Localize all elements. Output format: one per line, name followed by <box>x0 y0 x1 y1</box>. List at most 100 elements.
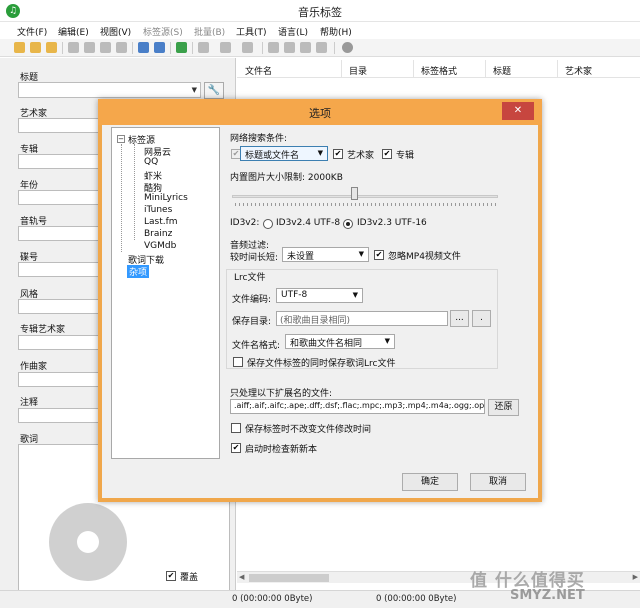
tree-node-lastfm[interactable]: Last.fm <box>144 217 178 227</box>
convert-icon[interactable] <box>242 42 253 53</box>
ext-filter-input[interactable]: .aiff;.aif;.aifc;.ape;.dff;.dsf;.flac;.m… <box>230 399 485 414</box>
tree-line <box>121 144 122 252</box>
save-dir-placeholder: (和歌曲目录相同) <box>280 316 351 326</box>
menu-tools[interactable]: 工具(T) <box>236 25 267 38</box>
tree-node-misc[interactable]: 杂项 <box>127 265 150 278</box>
restore-button[interactable]: 还原 <box>488 399 519 416</box>
wrench-icon: 🔧 <box>207 85 221 96</box>
ok-button[interactable]: 确定 <box>402 473 458 491</box>
image-limit-label: 内置图片大小限制: 2000KB <box>230 173 343 183</box>
window-title: 音乐标签 <box>298 6 342 19</box>
network-search-heading: 网络搜索条件: <box>230 134 288 144</box>
id3v23-label: ID3v2.3 UTF-16 <box>357 218 427 228</box>
cancel-button[interactable]: 取消 <box>470 473 526 491</box>
status-selected: 0 (00:00:00 0Byte) <box>376 594 457 604</box>
image-limit-slider-track[interactable] <box>232 195 498 198</box>
column-divider[interactable] <box>413 60 414 78</box>
book-icon[interactable] <box>100 42 111 53</box>
tree-collapse-icon[interactable]: − <box>117 135 125 143</box>
ignore-mp4-checkbox[interactable]: ✔ <box>374 250 384 260</box>
toolbar-separator <box>262 42 263 54</box>
keep-mtime-checkbox[interactable] <box>231 423 241 433</box>
chevron-down-icon: ▼ <box>317 149 323 157</box>
toolbar-separator <box>334 42 335 54</box>
ext-filter-heading: 只处理以下扩展名的文件: <box>230 389 333 399</box>
dialog-title-bar: 选项 ✕ <box>98 99 542 125</box>
rename-icon[interactable] <box>284 42 295 53</box>
column-artist[interactable]: 艺术家 <box>565 64 592 77</box>
save-lrc-with-tag-label: 保存文件标签的同时保存歌词Lrc文件 <box>247 359 396 369</box>
edit-icon[interactable] <box>268 42 279 53</box>
album-search-checkbox[interactable]: ✔ <box>382 149 392 159</box>
add-files-icon[interactable] <box>46 42 57 53</box>
encoding-label: 文件编码: <box>232 295 272 305</box>
column-divider[interactable] <box>485 60 486 78</box>
id3v24-radio[interactable] <box>263 219 273 229</box>
column-divider[interactable] <box>341 60 342 78</box>
gear-icon[interactable] <box>342 42 353 53</box>
scrollbar-thumb[interactable] <box>249 574 329 582</box>
menu-view[interactable]: 视图(V) <box>100 25 131 38</box>
grid-view-icon[interactable] <box>138 42 149 53</box>
column-directory[interactable]: 目录 <box>349 64 367 77</box>
sort-icon[interactable] <box>316 42 327 53</box>
overwrite-label: 覆盖 <box>180 573 199 583</box>
tree-node-qq[interactable]: QQ <box>144 157 158 167</box>
open-folder-icon[interactable] <box>14 42 25 53</box>
tree-node-brainz[interactable]: Brainz <box>144 229 172 239</box>
menu-file[interactable]: 文件(F) <box>17 25 47 38</box>
title-tool-button[interactable]: 🔧 <box>204 82 224 99</box>
title-bar: ♫ 音乐标签 <box>0 0 640 22</box>
dialog-close-button[interactable]: ✕ <box>502 102 534 120</box>
overwrite-checkbox[interactable]: ✔ <box>166 571 176 581</box>
menu-edit[interactable]: 编辑(E) <box>58 25 89 38</box>
encoding-select[interactable]: UTF-8 ▼ <box>276 288 363 303</box>
check-update-label: 启动时检查新新本 <box>245 445 318 455</box>
column-filename[interactable]: 文件名 <box>245 64 272 77</box>
tree-node-itunes[interactable]: iTunes <box>144 205 172 215</box>
menu-help[interactable]: 帮助(H) <box>320 25 352 38</box>
save-dir-input[interactable]: (和歌曲目录相同) <box>276 311 448 326</box>
scroll-left-icon[interactable]: ◀ <box>239 573 244 581</box>
album-search-label: 专辑 <box>396 151 415 161</box>
lrc-heading: Lrc文件 <box>232 270 268 283</box>
check-update-checkbox[interactable]: ✔ <box>231 443 241 453</box>
toolbar <box>0 39 640 57</box>
id3v23-radio[interactable] <box>343 219 353 229</box>
menu-tag-source[interactable]: 标签源(S) <box>143 25 183 38</box>
open-dir-button[interactable]: . <box>472 310 491 327</box>
batch-icon[interactable] <box>220 42 231 53</box>
chevron-down-icon: ▼ <box>384 337 390 345</box>
album-artist-label: 专辑艺术家 <box>20 325 66 335</box>
lyrics-icon[interactable] <box>300 42 311 53</box>
tag-source-icon[interactable] <box>198 42 209 53</box>
column-tag-format[interactable]: 标签格式 <box>421 64 457 77</box>
toolbar-separator <box>192 42 193 54</box>
save-icon[interactable] <box>68 42 79 53</box>
menu-batch[interactable]: 批量(B) <box>194 25 225 38</box>
add-folder-icon[interactable] <box>30 42 41 53</box>
column-title[interactable]: 标题 <box>493 64 511 77</box>
list-view-icon[interactable] <box>154 42 165 53</box>
wrench-icon[interactable] <box>116 42 127 53</box>
column-divider[interactable] <box>557 60 558 78</box>
save-lrc-with-tag-checkbox[interactable] <box>233 357 243 367</box>
menu-language[interactable]: 语言(L) <box>278 25 308 38</box>
duration-select[interactable]: 未设置 ▼ <box>282 247 369 262</box>
filename-format-select[interactable]: 和歌曲文件名相同 ▼ <box>285 334 395 349</box>
image-limit-slider-thumb[interactable] <box>351 187 359 200</box>
tree-node-minilyrics[interactable]: MiniLyrics <box>144 193 188 203</box>
title-combo[interactable]: ▼ <box>18 82 201 98</box>
search-mode-select[interactable]: 标题或文件名 ▼ <box>240 146 328 161</box>
toolbar-separator <box>62 42 63 54</box>
browse-button[interactable]: ... <box>450 310 469 327</box>
refresh-icon[interactable] <box>176 42 187 53</box>
tree-node-vgmdb[interactable]: VGMdb <box>144 241 176 251</box>
encoding-value: UTF-8 <box>281 290 308 300</box>
delete-icon[interactable] <box>84 42 95 53</box>
menu-bar: 文件(F) 编辑(E) 视图(V) 标签源(S) 批量(B) 工具(T) 语言(… <box>0 22 640 39</box>
id3v2-label: ID3v2: <box>230 218 260 228</box>
slider-ticks <box>235 203 497 206</box>
artist-search-checkbox[interactable]: ✔ <box>333 149 343 159</box>
toolbar-separator <box>132 42 133 54</box>
